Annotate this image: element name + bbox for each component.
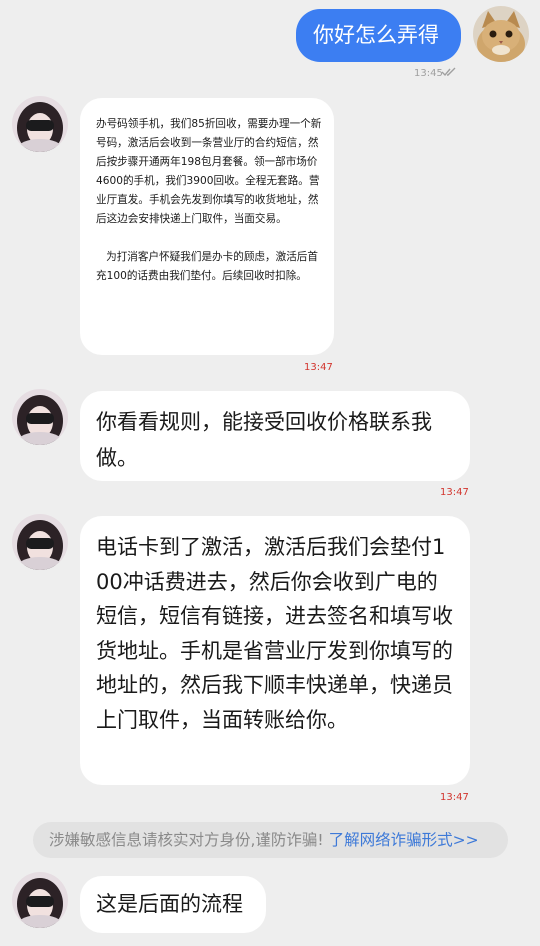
self-avatar[interactable] [473,6,529,62]
message-text: 你好怎么弄得 [313,23,439,47]
message-timestamp: 13:47 [440,792,469,803]
message-text: 电话卡到了激活，激活后我们会垫付100冲话费进去，然后你会收到广电的短信，短信有… [96,535,453,732]
message-text: 你看看规则，能接受回收价格联系我做。 [96,410,432,470]
message-text: 这是后面的流程 [96,892,243,916]
incoming-message-bubble[interactable]: 电话卡到了激活，激活后我们会垫付100冲话费进去，然后你会收到广电的短信，短信有… [80,516,470,785]
outgoing-message-bubble[interactable]: 你好怎么弄得 [296,9,461,62]
message-text: 办号码领手机，我们85折回收，需要办理一个新号码，激活后会收到一条营业厅的合约短… [96,118,322,282]
warning-text: 涉嫌敏感信息请核实对方身份,谨防诈骗! [49,831,324,849]
incoming-message-bubble[interactable]: 这是后面的流程 [80,876,266,933]
contact-avatar[interactable] [12,872,68,928]
contact-avatar[interactable] [12,389,68,445]
message-timestamp: 13:45 [414,68,443,79]
double-check-icon [441,67,456,77]
contact-avatar[interactable] [12,514,68,570]
incoming-message-bubble[interactable]: 你看看规则，能接受回收价格联系我做。 [80,391,470,481]
message-timestamp: 13:47 [440,487,469,498]
fraud-info-link[interactable]: 了解网络诈骗形式>> [329,831,479,849]
contact-avatar[interactable] [12,96,68,152]
incoming-message-bubble[interactable]: 办号码领手机，我们85折回收，需要办理一个新号码，激活后会收到一条营业厅的合约短… [80,98,334,355]
message-timestamp: 13:47 [304,362,333,373]
fraud-warning-banner: 涉嫌敏感信息请核实对方身份,谨防诈骗! 了解网络诈骗形式>> [33,822,508,858]
